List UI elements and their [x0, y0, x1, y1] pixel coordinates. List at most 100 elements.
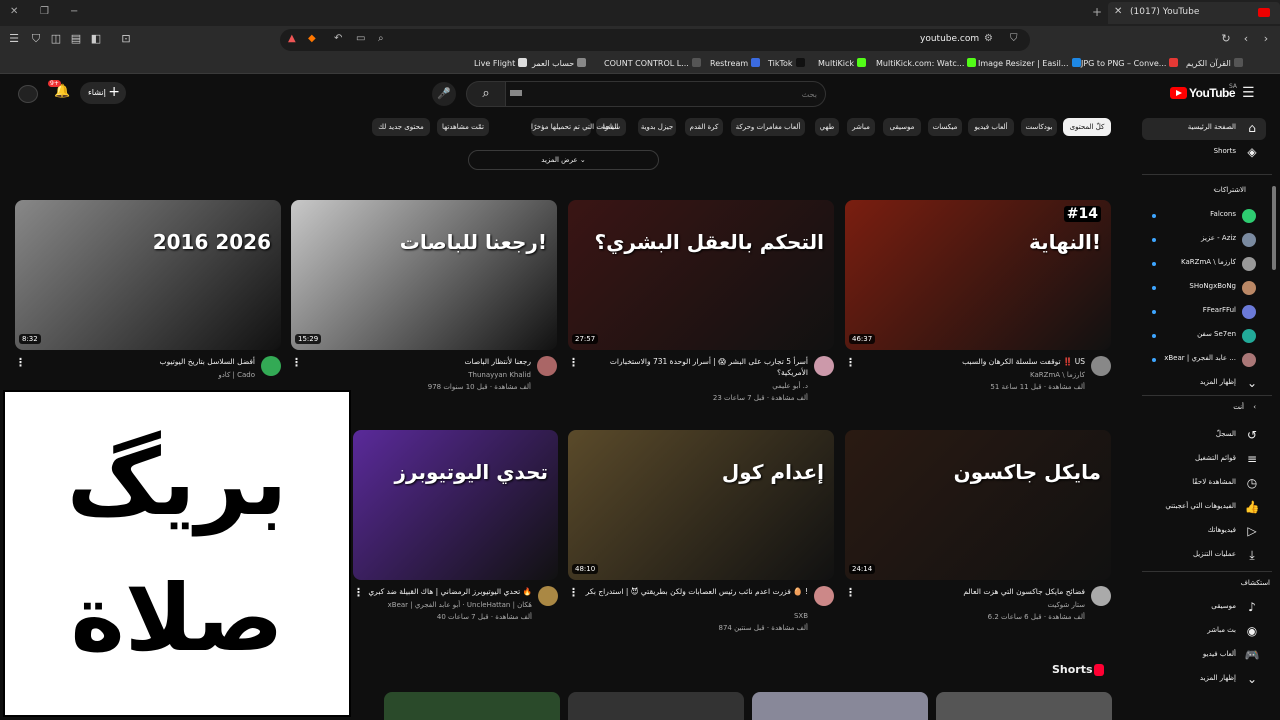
url-text[interactable]: youtube.com — [920, 34, 979, 44]
bookmark-item[interactable]: Live Flight — [474, 58, 528, 68]
filter-chip[interactable]: بودكاست — [1021, 118, 1057, 136]
video-title[interactable]: توقفت سلسلة الكرهان والسبب ‼️ US — [859, 356, 1085, 367]
channel-avatar[interactable] — [261, 356, 281, 376]
bookmark-item[interactable]: JPG to PNG – Conve... — [1081, 58, 1179, 68]
window-close-icon[interactable]: ✕ — [10, 6, 18, 17]
tab-close-icon[interactable]: ✕ — [1114, 6, 1122, 17]
sidebar-item-you[interactable]: السجلّ ↺ — [1142, 425, 1266, 447]
filter-chip[interactable]: موسيقى — [883, 118, 921, 136]
sidebar-item-you[interactable]: فيديوهاتك ▷ — [1142, 521, 1266, 543]
channel-avatar[interactable] — [814, 356, 834, 376]
sidebar-item-subscription[interactable]: SHoNgxBoNg — [1142, 277, 1266, 299]
browser-tab[interactable]: ✕ (1017) YouTube — [1108, 2, 1280, 24]
video-title[interactable]: رجعنا لأنتظار الباصات — [305, 356, 531, 367]
filter-chip[interactable]: جيزل بدوية — [638, 118, 676, 136]
sidebar-item-explore[interactable]: موسيقى ♪ — [1142, 597, 1266, 619]
shield-icon[interactable]: ⛉ — [30, 33, 42, 45]
brave-shield-icon[interactable]: ◆ — [308, 33, 316, 44]
sidebar-item-subscription[interactable]: xBear | عابد الفجري ... — [1142, 349, 1266, 371]
channel-name[interactable]: ستار شوكيت — [1047, 601, 1085, 609]
short-thumbnail[interactable] — [752, 692, 928, 720]
back-icon[interactable]: ‹ — [1240, 33, 1252, 45]
channel-avatar[interactable] — [538, 586, 558, 606]
video-title[interactable]: أسرأ 5 تجارب على البشر 😱 | أسرار الوحدة … — [582, 356, 808, 378]
sidebar-item[interactable]: الصفحة الرئيسية ⌂ — [1142, 118, 1266, 140]
more-options-icon[interactable]: ⋮ — [353, 586, 364, 599]
sidebar-scrollbar[interactable] — [1272, 186, 1276, 270]
forward-icon[interactable]: › — [1260, 33, 1272, 45]
filter-chip[interactable]: كلّ المحتوى — [1063, 118, 1111, 136]
site-settings-icon[interactable]: ⚙ — [984, 33, 993, 44]
search-button[interactable]: ⌕ — [466, 81, 506, 107]
more-options-icon[interactable]: ⋮ — [568, 586, 579, 599]
bookmark-item[interactable]: القرآن الكريم — [1186, 58, 1243, 68]
sidebar-item-you[interactable]: عمليات التنزيل ⤓ — [1142, 545, 1266, 567]
bookmark-item[interactable]: TikTok — [768, 58, 805, 68]
video-card[interactable]: رجعنا للباصات! 15:29 رجعنا لأنتظار الباصات… — [291, 200, 557, 410]
channel-name[interactable]: KaRZmA \ كارزما — [1030, 371, 1085, 379]
sidebar-item-subscription[interactable]: سفن Se7en — [1142, 325, 1266, 347]
address-bar[interactable]: ▲ ◆ ↶ ▭ ⌕ youtube.com ⚙ ⛉ — [280, 29, 1030, 51]
video-card[interactable]: إعدام كول 48:10 فزرت اعدم نائب رئيس العصاب… — [568, 430, 834, 640]
channel-name[interactable]: xBear | أبو عابد الفجري · UncleHattan | … — [388, 601, 532, 609]
sidebar-item-explore[interactable]: ألعاب فيديو 🎮 — [1142, 645, 1266, 667]
video-title[interactable]: فضائح مايكل جاكسون التي هزت العالم — [859, 586, 1085, 597]
bookmark-icon[interactable]: ⛉ — [1010, 33, 1018, 44]
more-options-icon[interactable]: ⋮ — [568, 356, 579, 369]
notifications-bell-icon[interactable]: 🔔 9+ — [48, 80, 70, 99]
bookmark-item[interactable]: MultiKick — [818, 58, 867, 68]
back-arrow-icon[interactable]: ↶ — [334, 33, 342, 44]
screenshot-icon[interactable]: ⊡ — [120, 33, 132, 45]
video-card[interactable]: 2016 2026 8:32 أفضل السلاسل بتاريخ اليوتيو… — [15, 200, 281, 410]
video-title[interactable]: فزرت اعدم نائب رئيس العصابات ولكن بطريقت… — [582, 586, 808, 597]
menu-icon[interactable]: ☰ — [8, 33, 20, 45]
filter-chip[interactable]: تمّت مشاهدتها — [437, 118, 489, 136]
vpn-icon[interactable]: ▲ — [288, 33, 296, 44]
sidebar-toggle-icon[interactable]: ◧ — [90, 33, 102, 45]
sidebar-item-subscription[interactable]: KaRZmA \ كارزما — [1142, 253, 1266, 275]
channel-name[interactable]: د. أبو عليمي — [772, 382, 808, 390]
short-thumbnail[interactable] — [936, 692, 1112, 720]
account-avatar[interactable] — [18, 85, 38, 103]
window-minimize-icon[interactable]: − — [70, 6, 78, 17]
search-icon[interactable]: ⌕ — [378, 33, 384, 44]
sidebar-item-you[interactable]: المشاهدة لاحقًا ◷ — [1142, 473, 1266, 495]
filter-chip[interactable]: طهي — [815, 118, 839, 136]
filter-chip[interactable]: مباشر — [847, 118, 875, 136]
voice-search-mic-icon[interactable]: 🎤 — [432, 82, 456, 106]
more-options-icon[interactable]: ⋮ — [291, 356, 302, 369]
more-options-icon[interactable]: ⋮ — [15, 356, 26, 369]
video-title[interactable]: أفضل السلاسل بتاريخ اليوتيوب — [29, 356, 255, 367]
video-thumbnail[interactable]: إعدام كول 48:10 — [568, 430, 834, 580]
filter-chip[interactable]: ميكسات — [928, 118, 962, 136]
video-card[interactable]: تحدي اليوتيوبرز تحدي اليوتيوبرز الرمضاني … — [353, 430, 558, 640]
sidebar-item-explore[interactable]: إظهار المزيد ⌄ — [1142, 669, 1266, 691]
bookmark-item[interactable]: حساب العمر — [532, 58, 587, 68]
sidebar-show-more[interactable]: إظهار المزيد ⌄ — [1142, 373, 1266, 395]
sidebar-item-subscription[interactable]: FFearFFul — [1142, 301, 1266, 323]
filter-chip[interactable]: كرة القدم — [685, 118, 723, 136]
channel-avatar[interactable] — [1091, 356, 1111, 376]
sidebar-item-subscription[interactable]: Falcons — [1142, 205, 1266, 227]
sidebar-item-subscription[interactable]: عزيز - Aziz — [1142, 229, 1266, 251]
reload-icon[interactable]: ↻ — [1220, 33, 1232, 45]
more-options-icon[interactable]: ⋮ — [845, 356, 856, 369]
short-thumbnail[interactable] — [568, 692, 744, 720]
video-card[interactable]: النهاية! #14 46:37 توقفت سلسلة الكرهان والس… — [845, 200, 1111, 410]
filter-chip[interactable]: ألعاب مغامرات وحركة — [731, 118, 805, 136]
channel-avatar[interactable] — [814, 586, 834, 606]
video-thumbnail[interactable]: التحكم بالعقل البشري؟ 27:57 — [568, 200, 834, 350]
tab-manager-icon[interactable]: ▤ — [70, 33, 82, 45]
bookmark-item[interactable]: Restream — [710, 58, 761, 68]
video-thumbnail[interactable]: تحدي اليوتيوبرز — [353, 430, 558, 580]
channel-name[interactable]: Thunayyan Khalid — [468, 371, 531, 379]
video-thumbnail[interactable]: مايكل جاكسون 24:14 — [845, 430, 1111, 580]
sidebar-item-you[interactable]: الفيديوهات التي أعجبتني 👍 — [1142, 497, 1266, 519]
new-tab-icon[interactable]: + — [1092, 5, 1102, 19]
filter-chip[interactable]: محتوى جديد لك — [372, 118, 430, 136]
subscriptions-heading[interactable]: الاشتراكات — [1214, 186, 1246, 194]
sidebar-item-you[interactable]: قوائم التشغيل ≡ — [1142, 449, 1266, 471]
sidebar-item-explore[interactable]: بث مباشر ◉ — [1142, 621, 1266, 643]
sidebar-item[interactable]: Shorts ◈ — [1142, 142, 1266, 164]
channel-name[interactable]: SXB — [794, 612, 808, 620]
